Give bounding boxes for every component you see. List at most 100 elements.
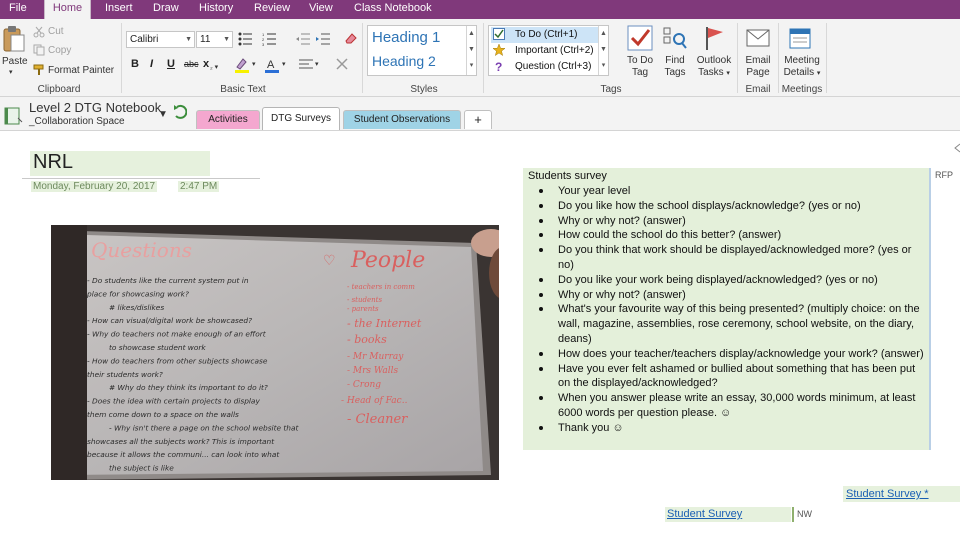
align-dropdown-icon[interactable]: ▾ <box>315 60 319 68</box>
tag-important[interactable]: Important (Ctrl+2) <box>491 43 599 59</box>
tab-home[interactable]: Home <box>44 0 91 20</box>
eraser-icon[interactable] <box>344 31 358 45</box>
section-tab-activities[interactable]: Activities <box>196 110 260 129</box>
tag-question[interactable]: ? Question (Ctrl+3) <box>491 59 599 75</box>
todo-tag-icon[interactable] <box>627 25 653 51</box>
bullet-icon <box>539 203 543 208</box>
tags-scrollbar[interactable]: ▲ ▼ ▾ <box>598 26 608 75</box>
email-page-icon[interactable] <box>745 26 771 50</box>
chevron-up-icon[interactable]: ▲ <box>467 26 476 42</box>
tab-view[interactable]: View <box>309 0 333 19</box>
meeting-details-icon[interactable] <box>788 25 814 51</box>
survey-question-item[interactable]: Do you like your work being displayed/ac… <box>537 273 925 288</box>
chevron-down-icon[interactable]: ▼ <box>599 42 608 58</box>
format-painter-button[interactable]: Format Painter <box>48 65 114 76</box>
italic-button[interactable]: I <box>150 58 153 70</box>
survey-question-text: Do you like your work being displayed/ac… <box>558 273 878 286</box>
cut-icon[interactable] <box>33 26 45 38</box>
tab-review[interactable]: Review <box>254 0 290 19</box>
notebook-name[interactable]: Level 2 DTG Notebook <box>29 100 161 115</box>
styles-scrollbar[interactable]: ▲ ▼ ▾ <box>466 26 476 75</box>
survey-question-item[interactable]: Why or why not? (answer) <box>537 288 925 303</box>
copy-button[interactable]: Copy <box>48 45 71 56</box>
whiteboard-question-line: place for showcasing work? <box>86 289 189 298</box>
style-heading-2[interactable]: Heading 2 <box>372 53 436 69</box>
student-survey-link-starred[interactable]: Student Survey * <box>846 488 929 500</box>
find-tags-icon[interactable] <box>662 25 688 51</box>
align-icon[interactable] <box>299 58 313 70</box>
survey-question-item[interactable]: Have you ever felt ashamed or bullied ab… <box>537 362 925 392</box>
survey-question-item[interactable]: What's your favourite way of this being … <box>537 302 925 346</box>
section-group-name[interactable]: _Collaboration Space <box>29 116 125 127</box>
survey-question-item[interactable]: How could the school do this better? (an… <box>537 228 925 243</box>
student-survey-link[interactable]: Student Survey <box>667 508 742 520</box>
outlook-tasks-flag-icon[interactable] <box>701 25 727 51</box>
tab-history[interactable]: History <box>199 0 233 19</box>
survey-question-text: Thank you ☺ <box>558 421 624 434</box>
style-heading-1[interactable]: Heading 1 <box>372 29 440 46</box>
styles-gallery[interactable]: Heading 1 Heading 2 ▲ ▼ ▾ <box>367 25 477 76</box>
cut-button[interactable]: Cut <box>48 26 64 37</box>
paste-button[interactable]: Paste <box>2 56 28 67</box>
clear-formatting-icon[interactable] <box>335 57 349 71</box>
format-painter-icon[interactable] <box>33 64 45 76</box>
add-section-button[interactable]: + <box>464 110 492 129</box>
meeting-details-button[interactable]: Meeting Details ▾ <box>780 55 824 80</box>
strikethrough-button[interactable]: abc <box>184 59 199 69</box>
survey-question-item[interactable]: Do you think that work should be display… <box>537 243 925 273</box>
chevron-down-icon: ▾ <box>816 70 821 77</box>
bullets-icon[interactable] <box>238 32 256 46</box>
paste-icon[interactable] <box>2 25 26 55</box>
find-tags-button[interactable]: Find Tags <box>656 55 694 79</box>
font-size-select[interactable]: 11 ▼ <box>196 31 233 48</box>
survey-question-item[interactable]: Thank you ☺ <box>537 421 925 436</box>
tags-gallery[interactable]: To Do (Ctrl+1) Important (Ctrl+2) ? Ques… <box>488 25 609 76</box>
bold-button[interactable]: B <box>131 58 139 70</box>
survey-question-item[interactable]: How does your teacher/teachers display/a… <box>537 347 925 362</box>
subscript-button[interactable]: x <box>203 58 209 70</box>
survey-question-item[interactable]: Why or why not? (answer) <box>537 214 925 229</box>
author-initials-nw: NW <box>797 509 812 519</box>
chevron-down-icon[interactable]: ▼ <box>467 42 476 58</box>
font-color-icon[interactable]: A <box>264 57 280 73</box>
outlook-tasks-button[interactable]: Outlook Tasks ▾ <box>692 55 736 80</box>
font-color-dropdown-icon[interactable]: ▾ <box>282 60 286 68</box>
back-navigation-icon[interactable] <box>173 104 187 120</box>
page-title[interactable]: NRL <box>33 151 73 174</box>
svg-text:A: A <box>267 59 275 71</box>
survey-question-item[interactable]: Your year level <box>537 184 925 199</box>
survey-question-item[interactable]: Do you like how the school displays/ackn… <box>537 199 925 214</box>
ribbon-divider <box>121 23 122 93</box>
section-tab-dtg-surveys[interactable]: DTG Surveys <box>262 107 340 130</box>
tag-todo[interactable]: To Do (Ctrl+1) <box>491 27 599 43</box>
todo-tag-button[interactable]: To Do Tag <box>621 55 659 79</box>
survey-note-container[interactable]: Students survey Your year level Do you li… <box>523 168 929 450</box>
notebook-icon[interactable] <box>2 106 24 126</box>
email-page-button[interactable]: Email Page <box>739 55 777 79</box>
whiteboard-question-line: - Do students like the current system pu… <box>87 276 249 285</box>
underline-button[interactable]: U <box>167 58 175 70</box>
font-name-select[interactable]: Calibri ▼ <box>126 31 195 48</box>
numbering-icon[interactable]: 1 2 3 <box>262 32 280 46</box>
increase-indent-icon[interactable] <box>316 32 330 46</box>
whiteboard-question-line: showcases all the subjects work? This is… <box>87 437 275 446</box>
whiteboard-photo[interactable]: Questions People ♡ - Do students like th… <box>51 225 499 480</box>
highlight-dropdown-icon[interactable]: ▾ <box>252 60 256 68</box>
section-tab-student-observations[interactable]: Student Observations <box>343 110 461 129</box>
paste-dropdown-icon[interactable]: ▾ <box>9 68 13 76</box>
tab-class-notebook[interactable]: Class Notebook <box>354 0 432 19</box>
more-icon[interactable]: ▾ <box>599 58 608 74</box>
decrease-indent-icon[interactable] <box>296 32 310 46</box>
tab-file[interactable]: File <box>9 0 27 19</box>
survey-question-item[interactable]: When you answer please write an essay, 3… <box>537 391 925 421</box>
subscript-dropdown-icon[interactable]: ₂ ▾ <box>210 63 218 71</box>
chevron-up-icon[interactable]: ▲ <box>599 26 608 42</box>
notebook-dropdown-icon[interactable]: ▼ <box>158 109 168 120</box>
page-list-edge[interactable] <box>953 140 960 540</box>
highlight-icon[interactable] <box>234 57 250 73</box>
more-icon[interactable]: ▾ <box>467 58 476 74</box>
whiteboard-question-line: # Why do they think its important to do … <box>109 383 268 392</box>
tab-draw[interactable]: Draw <box>153 0 179 19</box>
tab-insert[interactable]: Insert <box>105 0 133 19</box>
copy-icon[interactable] <box>33 44 45 56</box>
